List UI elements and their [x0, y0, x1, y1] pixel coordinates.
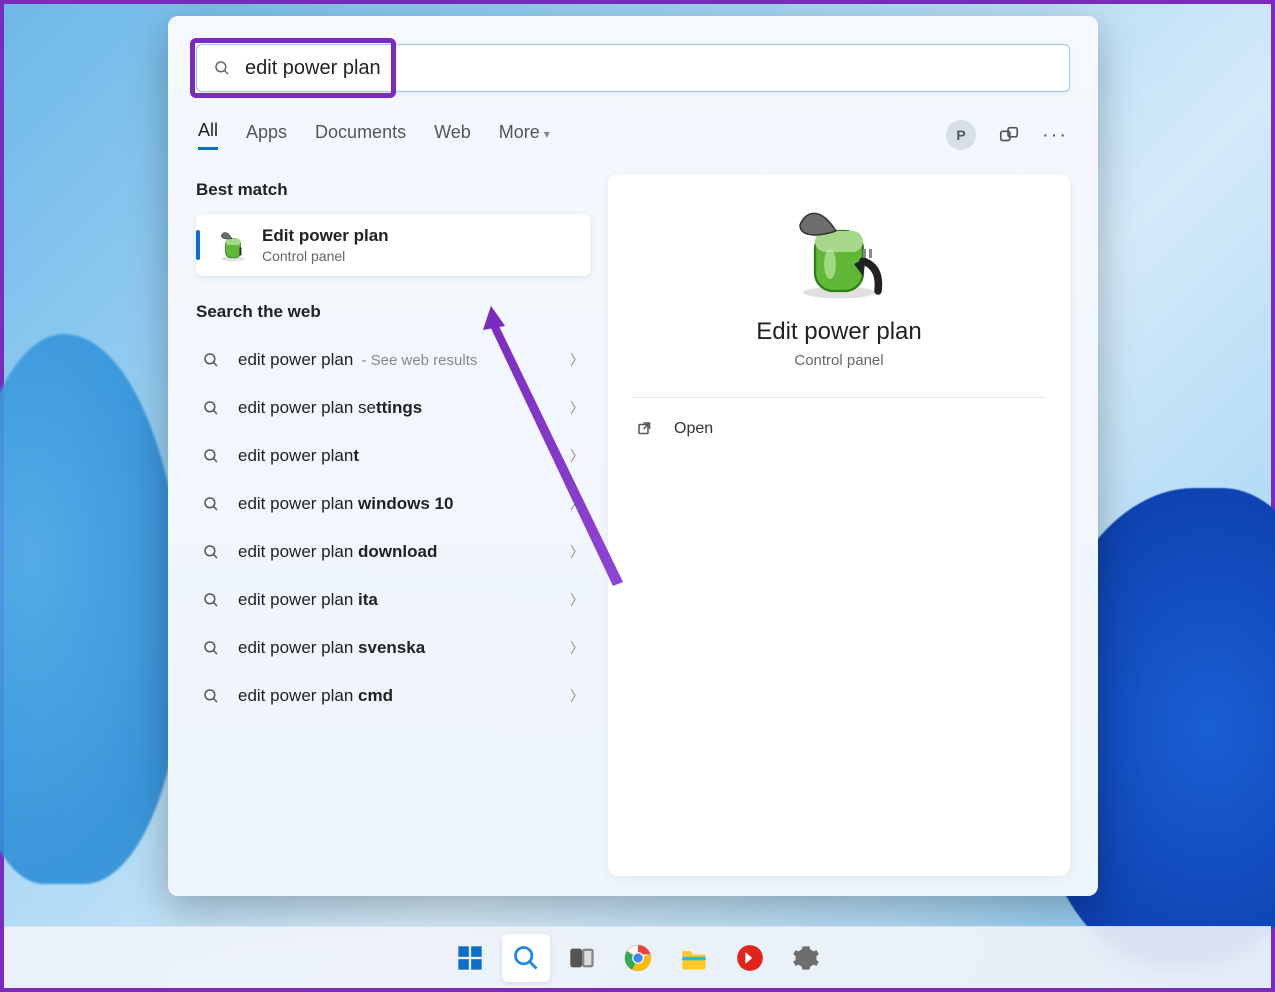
best-match-subtitle: Control panel	[262, 248, 389, 264]
search-bar[interactable]	[196, 44, 1070, 92]
chevron-right-icon: 〉	[570, 398, 584, 418]
web-result-label: edit power plan settings	[238, 398, 570, 418]
web-result-item[interactable]: edit power plan - See web results〉	[196, 336, 590, 384]
detail-title: Edit power plan	[756, 318, 921, 346]
search-web-header: Search the web	[196, 302, 590, 322]
open-icon	[636, 420, 654, 438]
folder-icon	[680, 944, 708, 972]
chevron-right-icon: 〉	[570, 638, 584, 658]
chrome-icon	[624, 944, 652, 972]
web-result-label: edit power plan - See web results	[238, 350, 570, 370]
search-icon	[213, 59, 231, 77]
web-result-item[interactable]: edit power plan ita〉	[196, 576, 590, 624]
start-search-panel: All Apps Documents Web More▾ P ··· Best …	[168, 16, 1098, 896]
web-result-label: edit power plan ita	[238, 590, 570, 610]
web-result-item[interactable]: edit power plan download〉	[196, 528, 590, 576]
desktop-background-shape	[0, 334, 184, 884]
gear-icon	[792, 944, 820, 972]
search-icon	[202, 591, 220, 609]
task-view-icon	[568, 944, 596, 972]
taskbar-start[interactable]	[446, 934, 494, 982]
tab-web[interactable]: Web	[434, 122, 471, 149]
taskbar-app-anydesk[interactable]	[726, 934, 774, 982]
taskbar-chrome[interactable]	[614, 934, 662, 982]
taskbar	[4, 926, 1271, 988]
chevron-right-icon: 〉	[570, 590, 584, 610]
divider	[632, 397, 1046, 398]
chevron-right-icon: 〉	[570, 350, 584, 370]
web-result-label: edit power plan windows 10	[238, 494, 570, 514]
detail-pane: Edit power plan Control panel Open	[608, 174, 1070, 876]
chevron-right-icon: 〉	[570, 494, 584, 514]
chevron-right-icon: 〉	[570, 686, 584, 706]
detail-subtitle: Control panel	[794, 352, 883, 369]
tab-apps[interactable]: Apps	[246, 122, 287, 149]
more-options-icon[interactable]: ···	[1042, 124, 1068, 147]
taskbar-file-explorer[interactable]	[670, 934, 718, 982]
search-icon	[202, 687, 220, 705]
anydesk-icon	[736, 944, 764, 972]
web-result-label: edit power plan cmd	[238, 686, 570, 706]
user-avatar[interactable]: P	[946, 120, 976, 150]
tab-documents[interactable]: Documents	[315, 122, 406, 149]
web-result-item[interactable]: edit power plan svenska〉	[196, 624, 590, 672]
windows-start-icon	[456, 944, 484, 972]
search-icon	[202, 639, 220, 657]
taskbar-settings[interactable]	[782, 934, 830, 982]
web-result-item[interactable]: edit power plan settings〉	[196, 384, 590, 432]
web-result-item[interactable]: edit power plan windows 10〉	[196, 480, 590, 528]
search-icon	[512, 944, 540, 972]
search-input[interactable]	[245, 57, 1053, 80]
best-match-result[interactable]: Edit power plan Control panel	[196, 214, 590, 276]
web-result-item[interactable]: edit power plant〉	[196, 432, 590, 480]
best-match-title: Edit power plan	[262, 226, 389, 246]
taskbar-search[interactable]	[502, 934, 550, 982]
web-result-label: edit power plan download	[238, 542, 570, 562]
search-icon	[202, 399, 220, 417]
tab-all[interactable]: All	[198, 120, 218, 150]
search-icon	[202, 495, 220, 513]
search-icon	[202, 351, 220, 369]
best-match-header: Best match	[196, 180, 590, 200]
filter-tabs: All Apps Documents Web More▾ P ···	[196, 120, 1070, 150]
search-icon	[202, 447, 220, 465]
open-action[interactable]: Open	[632, 410, 1046, 448]
taskbar-task-view[interactable]	[558, 934, 606, 982]
open-label: Open	[674, 420, 713, 438]
web-result-label: edit power plant	[238, 446, 570, 466]
rewards-icon[interactable]	[998, 124, 1020, 146]
search-icon	[202, 543, 220, 561]
chevron-right-icon: 〉	[570, 542, 584, 562]
web-result-item[interactable]: edit power plan cmd〉	[196, 672, 590, 720]
web-results-list: edit power plan - See web results〉edit p…	[196, 336, 590, 720]
tab-more[interactable]: More▾	[499, 122, 550, 149]
power-plan-icon-large	[791, 204, 887, 300]
chevron-right-icon: 〉	[570, 446, 584, 466]
web-result-label: edit power plan svenska	[238, 638, 570, 658]
power-plan-icon	[216, 228, 250, 262]
chevron-down-icon: ▾	[544, 127, 550, 141]
results-column: Best match Edit power plan Control panel	[196, 174, 590, 896]
